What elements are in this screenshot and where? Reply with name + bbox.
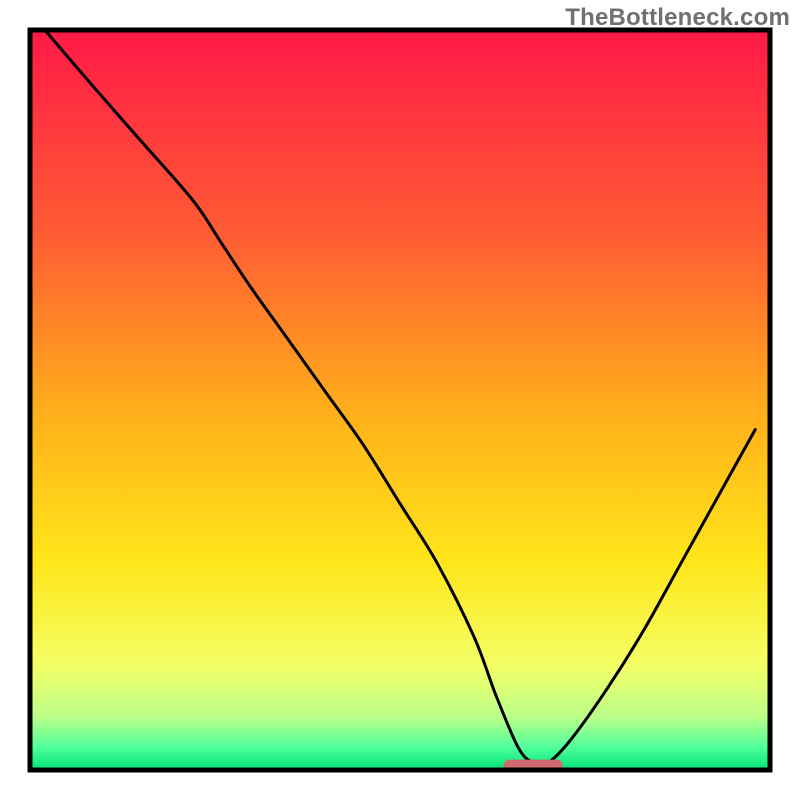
watermark-label: TheBottleneck.com: [565, 4, 790, 32]
bottleneck-chart: [0, 0, 800, 800]
chart-stage: TheBottleneck.com: [0, 0, 800, 800]
